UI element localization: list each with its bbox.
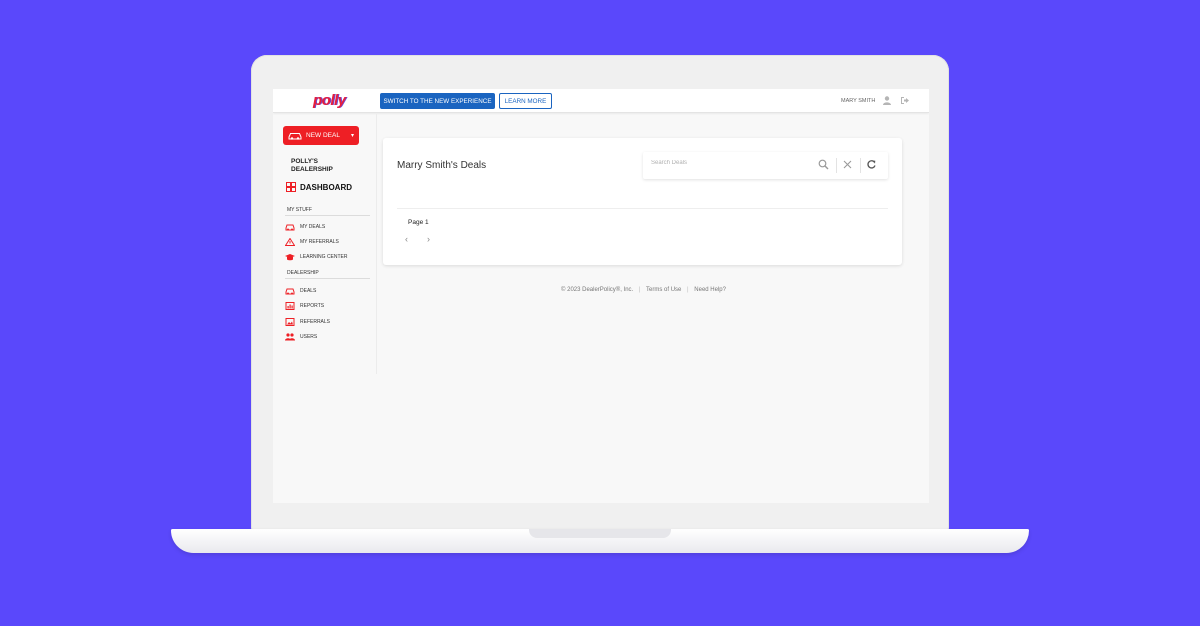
section-divider xyxy=(285,215,370,216)
image-icon xyxy=(285,318,295,326)
page-number: Page 1 xyxy=(408,219,429,226)
section-divider xyxy=(285,278,370,279)
sidebar-item-label: REPORTS xyxy=(300,303,325,309)
dashboard-icon xyxy=(286,182,296,192)
close-icon[interactable] xyxy=(842,159,853,170)
sidebar-item-label: REFERRALS xyxy=(300,319,331,325)
sidebar: NEW DEAL ▾ POLLY'S DEALERSHIP DASHBOARD … xyxy=(273,114,377,374)
chevron-right-icon[interactable]: › xyxy=(427,234,430,244)
card-divider xyxy=(397,208,888,209)
footer-separator: | xyxy=(687,287,689,293)
page-title: Marry Smith's Deals xyxy=(397,160,487,171)
user-icon[interactable] xyxy=(883,96,891,105)
switch-experience-button[interactable]: SWITCH TO THE NEW EXPERIENCE xyxy=(380,93,495,109)
warning-icon xyxy=(285,238,295,246)
deals-card: Marry Smith's Deals Page 1 ‹ › xyxy=(383,138,902,265)
learn-more-button[interactable]: LEARN MORE xyxy=(499,93,552,109)
search-input[interactable] xyxy=(651,160,801,166)
search-icon[interactable] xyxy=(818,159,829,170)
sidebar-item-my-deals[interactable]: MY DEALS xyxy=(285,223,325,231)
app-screen: polly SWITCH TO THE NEW EXPERIENCE LEARN… xyxy=(273,89,929,503)
footer-separator: | xyxy=(638,287,641,293)
chevron-down-icon[interactable]: ▾ xyxy=(351,132,354,139)
logout-icon[interactable] xyxy=(900,96,909,105)
search-box xyxy=(643,152,888,179)
sidebar-item-label: USERS xyxy=(300,334,318,340)
sidebar-item-learning-center[interactable]: LEARNING CENTER xyxy=(285,253,348,261)
sidebar-item-referrals[interactable]: REFERRALS xyxy=(285,318,330,326)
chevron-left-icon[interactable]: ‹ xyxy=(405,234,408,244)
search-divider xyxy=(860,158,861,173)
refresh-icon[interactable] xyxy=(866,159,877,170)
new-deal-label: NEW DEAL xyxy=(306,132,340,139)
footer: © 2023 DealerPolicy®, Inc. | Terms of Us… xyxy=(273,287,929,293)
dealership-name: POLLY'S DEALERSHIP xyxy=(291,158,333,173)
sidebar-item-my-referrals[interactable]: MY REFERRALS xyxy=(285,238,339,246)
car-icon xyxy=(285,224,295,231)
users-icon xyxy=(285,333,295,341)
new-deal-button[interactable]: NEW DEAL ▾ xyxy=(283,126,359,145)
laptop-notch xyxy=(529,529,671,538)
sidebar-item-users[interactable]: USERS xyxy=(285,333,317,341)
username: MARY SMITH xyxy=(841,98,876,104)
sidebar-item-label: MY DEALS xyxy=(300,224,326,230)
sidebar-item-label: LEARNING CENTER xyxy=(300,254,348,260)
dashboard-label: DASHBOARD xyxy=(300,182,352,192)
polly-logo[interactable]: polly xyxy=(313,92,346,109)
sidebar-item-dashboard[interactable]: DASHBOARD xyxy=(286,182,352,192)
reports-icon xyxy=(285,302,295,310)
car-icon xyxy=(288,133,302,140)
section-label-dealership: DEALERSHIP xyxy=(287,270,319,276)
graduation-cap-icon xyxy=(285,254,295,261)
copyright-text: © 2023 DealerPolicy®, Inc. xyxy=(561,287,634,293)
sidebar-item-label: MY REFERRALS xyxy=(300,239,339,245)
sidebar-item-reports[interactable]: REPORTS xyxy=(285,302,324,310)
section-label-my-stuff: MY STUFF xyxy=(287,207,312,213)
top-bar: polly SWITCH TO THE NEW EXPERIENCE LEARN… xyxy=(273,89,929,113)
help-link[interactable]: Need Help? xyxy=(694,287,726,293)
terms-link[interactable]: Terms of Use xyxy=(646,287,681,293)
search-divider xyxy=(836,158,837,173)
